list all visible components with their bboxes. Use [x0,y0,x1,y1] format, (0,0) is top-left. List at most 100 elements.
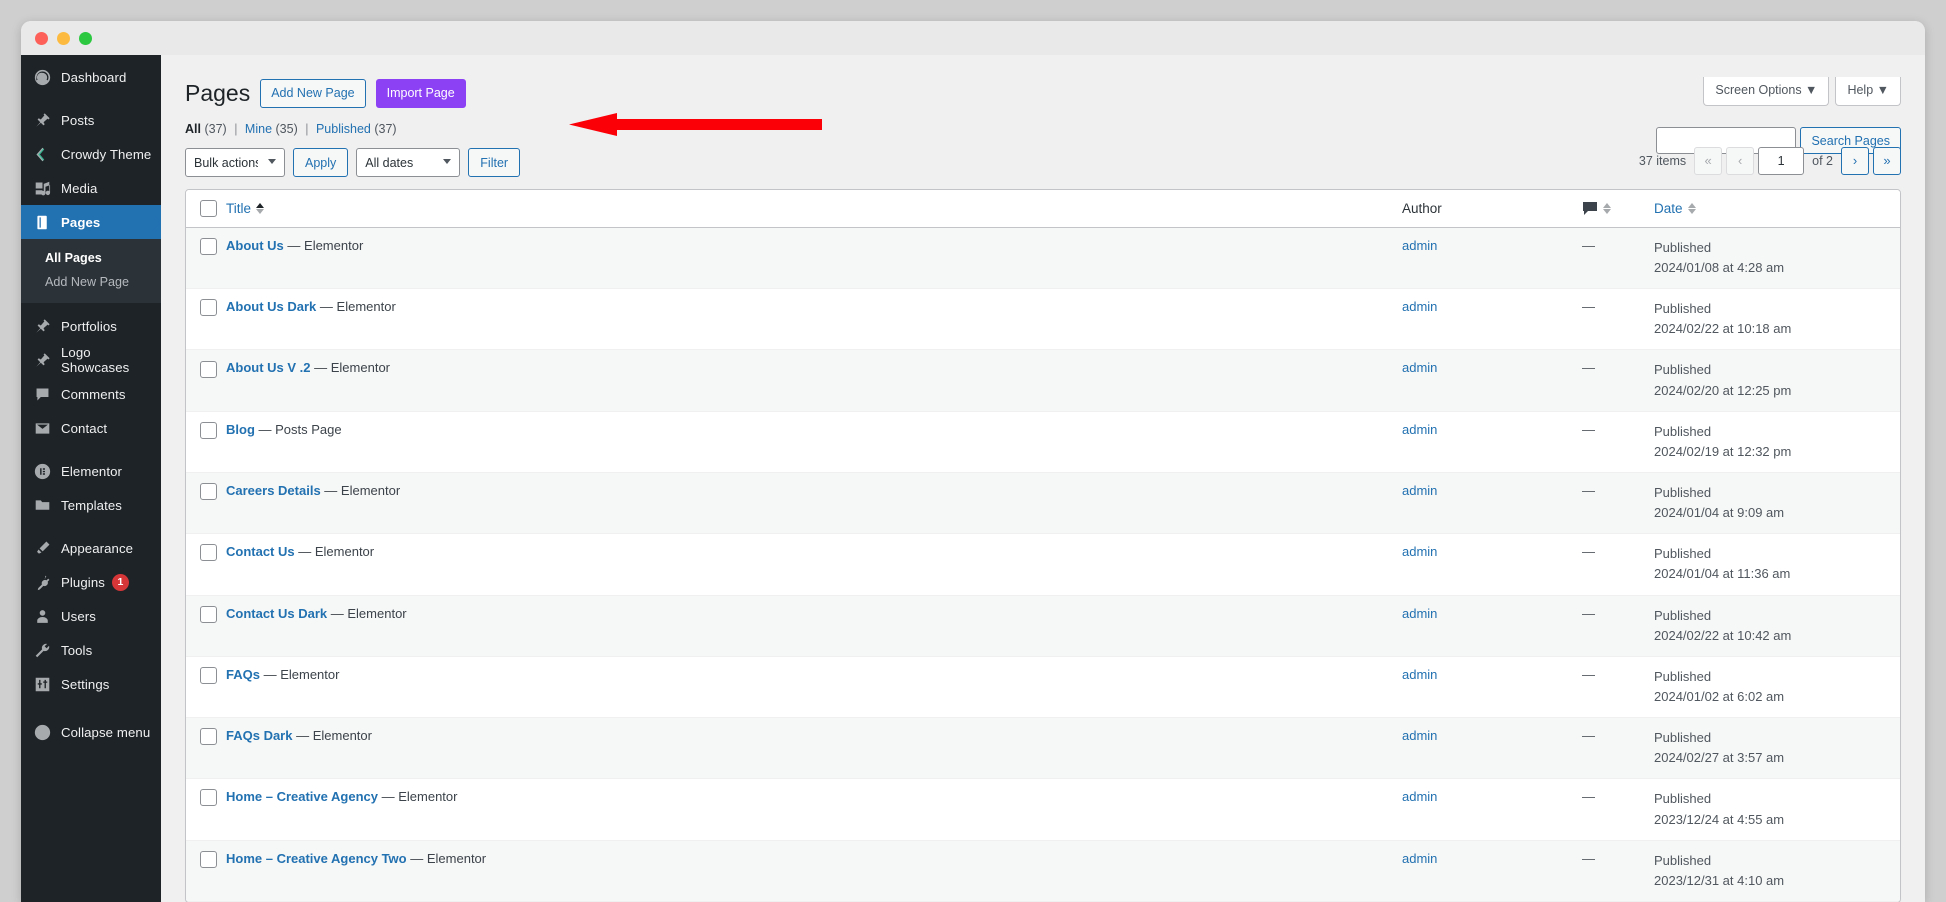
page-title-link[interactable]: Careers Details [226,483,321,498]
table-row[interactable]: About Us Dark — Elementor admin — Published… [186,289,1900,351]
page-title-link[interactable]: Contact Us Dark [226,606,327,621]
filter-link-mine[interactable]: Mine [245,122,272,136]
sort-by-title[interactable]: Title [226,201,265,216]
page-title-link[interactable]: Home – Creative Agency [226,789,378,804]
author-link[interactable]: admin [1402,238,1437,253]
row-checkbox[interactable] [200,237,217,255]
sidebar-item-contact[interactable]: Contact [21,411,161,445]
pagination-controls: 37 items « ‹ of 2 › » [1639,146,1901,175]
prev-page-button: ‹ [1726,146,1755,175]
sidebar-item-pages[interactable]: Pages [21,205,161,239]
row-checkbox[interactable] [200,605,217,623]
page-date: 2023/12/24 at 4:55 am [1654,811,1785,827]
sidebar-item-tools[interactable]: Tools [21,633,161,667]
row-checkbox[interactable] [200,850,217,868]
author-link[interactable]: admin [1402,728,1437,743]
row-comments-cell: — [1582,840,1654,902]
table-row[interactable]: Contact Us — Elementor admin — Published 202… [186,534,1900,596]
sidebar-item-settings[interactable]: Settings [21,667,161,701]
sidebar-item-media[interactable]: Media [21,171,161,205]
author-link[interactable]: admin [1402,789,1437,804]
table-row[interactable]: FAQs — Elementor admin — Published 2024/01/0… [186,656,1900,719]
sidebar-item-templates[interactable]: Templates [21,488,161,522]
sidebar-item-crowdy-theme[interactable]: Crowdy Theme [21,137,161,171]
page-title-link[interactable]: About Us [226,238,284,253]
table-row[interactable]: Blog — Posts Page admin — Published 2024/02/… [186,411,1900,474]
page-title-suffix: — Elementor [381,789,458,805]
page-title-link[interactable]: Home – Creative Agency Two [226,851,407,866]
apply-bulk-action-button[interactable]: Apply [293,148,349,178]
page-title-link[interactable]: FAQs Dark [226,728,292,743]
submenu-item-add-new-page[interactable]: Add New Page [21,270,161,294]
author-link[interactable]: admin [1402,360,1437,375]
import-page-button[interactable]: Import Page [375,79,466,109]
row-checkbox[interactable] [200,666,217,684]
sort-arrows-icon [1603,202,1611,214]
row-date-cell: Published 2024/02/19 at 12:32 pm [1654,411,1900,474]
pages-list-table: Title Author Date About Us — Elementor a… [185,188,1901,902]
sidebar-item-dashboard[interactable]: Dashboard [21,60,161,94]
author-link[interactable]: admin [1402,667,1437,682]
sidebar-item-users[interactable]: Users [21,599,161,633]
add-new-page-button[interactable]: Add New Page [260,79,366,109]
current-page-input[interactable] [1758,146,1805,175]
filter-button[interactable]: Filter [468,148,521,178]
author-link[interactable]: admin [1402,422,1437,437]
sidebar-item-label: Users [61,608,96,624]
table-row[interactable]: FAQs Dark — Elementor admin — Published 2024… [186,718,1900,780]
select-all-checkbox[interactable] [200,199,217,217]
sidebar-item-comments[interactable]: Comments [21,377,161,411]
bulk-actions-select[interactable]: Bulk actions [185,148,285,178]
maximize-window-button[interactable] [79,31,92,45]
row-checkbox[interactable] [200,360,217,378]
page-title-link[interactable]: FAQs [226,667,260,682]
page-title-link[interactable]: Contact Us [226,544,295,559]
screen-options-button[interactable]: Screen Options ▼ [1703,77,1830,106]
comments-count: — [1582,299,1595,315]
table-row[interactable]: Home – Creative Agency Two — Elementor ad… [186,840,1900,902]
crowdy-icon [32,144,52,164]
row-checkbox[interactable] [200,789,217,807]
sidebar-item-label: Dashboard [61,69,127,85]
minimize-window-button[interactable] [57,31,70,45]
close-window-button[interactable] [35,31,48,45]
author-link[interactable]: admin [1402,483,1437,498]
row-checkbox[interactable] [200,483,217,501]
author-link[interactable]: admin [1402,544,1437,559]
row-checkbox[interactable] [200,544,217,562]
page-title-link[interactable]: Blog [226,422,255,437]
author-link[interactable]: admin [1402,851,1437,866]
author-link[interactable]: admin [1402,606,1437,621]
submenu-item-all-pages[interactable]: All Pages [21,246,161,270]
author-link[interactable]: admin [1402,299,1437,314]
table-row[interactable]: Home – Creative Agency — Elementor admin —… [186,779,1900,841]
sidebar-item-posts[interactable]: Posts [21,103,161,137]
row-checkbox[interactable] [200,728,217,746]
page-date: 2024/01/02 at 6:02 am [1654,689,1785,704]
sort-by-date[interactable]: Date [1654,201,1696,216]
row-select-cell [186,473,226,535]
page-title-suffix: — Elementor [287,237,364,253]
row-checkbox[interactable] [200,299,217,317]
sidebar-item-plugins[interactable]: Plugins 1 [21,565,161,599]
row-checkbox[interactable] [200,421,217,439]
sidebar-item-portfolios[interactable]: Portfolios [21,309,161,343]
date-filter-select[interactable]: All dates [356,148,461,178]
filter-link-published[interactable]: Published [316,122,371,136]
collapse-menu-button[interactable]: Collapse menu [21,715,161,749]
table-row[interactable]: Contact Us Dark — Elementor admin — Publish… [186,595,1900,657]
table-row[interactable]: Careers Details — Elementor admin — Publish… [186,473,1900,535]
sidebar-item-elementor[interactable]: Elementor [21,454,161,488]
filter-link-all[interactable]: All [185,122,201,136]
row-title-cell: FAQs Dark — Elementor [226,718,1402,780]
sidebar-item-logo-showcases[interactable]: Logo Showcases [21,343,161,377]
sidebar-item-appearance[interactable]: Appearance [21,531,161,565]
next-page-button[interactable]: › [1841,146,1869,175]
sort-by-comments[interactable] [1582,201,1654,216]
page-title-link[interactable]: About Us Dark [226,299,316,314]
table-row[interactable]: About Us — Elementor admin — Published 2024/… [186,227,1900,290]
table-row[interactable]: About Us V .2 — Elementor admin — Published… [186,350,1900,412]
last-page-button[interactable]: » [1873,146,1901,175]
help-button[interactable]: Help ▼ [1835,77,1901,106]
page-title-link[interactable]: About Us V .2 [226,360,311,375]
